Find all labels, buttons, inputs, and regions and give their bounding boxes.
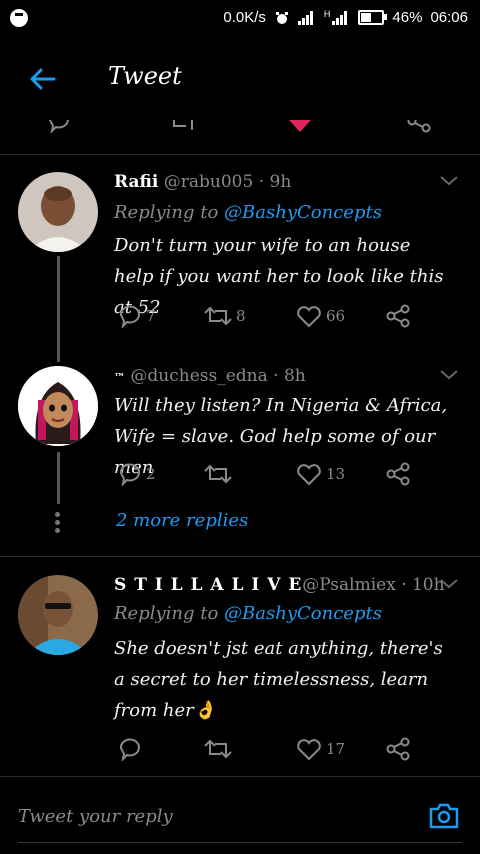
tweet-actions: 2 13 xyxy=(118,462,438,488)
main-tweet-actions xyxy=(0,120,480,155)
avatar[interactable] xyxy=(18,366,98,446)
input-underline xyxy=(18,842,462,843)
replying-to-label: Replying to xyxy=(114,603,225,624)
heart-icon xyxy=(297,739,321,761)
heart-icon xyxy=(297,306,321,328)
reply-count: 2 xyxy=(146,465,156,483)
status-bar: 0.0K/s H 46% 06:06 xyxy=(0,0,480,36)
reply-icon xyxy=(119,305,140,328)
signal-icon xyxy=(297,10,316,25)
alarm-icon xyxy=(275,11,288,24)
camera-icon[interactable] xyxy=(428,802,460,830)
heart-icon xyxy=(297,464,321,486)
reply-button[interactable] xyxy=(118,737,146,761)
more-replies-link[interactable]: 2 more replies xyxy=(116,510,248,531)
reply-count: 7 xyxy=(146,307,156,325)
tweet-actions: 7 8 66 xyxy=(118,304,438,330)
signal-icon-2 xyxy=(332,10,350,25)
app-notification-icon xyxy=(10,9,28,27)
retweet-button[interactable] xyxy=(204,462,236,486)
author-handle[interactable]: @duchess_edna xyxy=(130,366,267,386)
author-name[interactable]: S T I L L A L I V E xyxy=(114,575,302,595)
like-count: 13 xyxy=(326,465,346,483)
network-type: H xyxy=(323,8,331,19)
reply-icon xyxy=(119,463,140,486)
battery-icon xyxy=(358,10,388,25)
reply-button[interactable]: 7 xyxy=(118,304,156,328)
reply-tweet[interactable]: Rafii @rabu005 · 9h Replying to @BashyCo… xyxy=(0,154,480,364)
reply-icon xyxy=(119,738,140,761)
replying-to-label: Replying to xyxy=(114,202,225,223)
author-handle[interactable]: @Psalmiex xyxy=(302,575,395,595)
tweet-time: · 9h xyxy=(258,172,292,192)
share-icon xyxy=(386,304,410,328)
like-button[interactable]: 13 xyxy=(296,462,345,486)
retweet-count: 8 xyxy=(236,307,246,325)
author-name[interactable]: Rafii xyxy=(114,172,158,192)
replying-to: Replying to @BashyConcepts xyxy=(114,202,382,223)
page-title: Tweet xyxy=(108,62,182,90)
share-button[interactable] xyxy=(386,462,412,486)
avatar[interactable] xyxy=(18,575,98,655)
reply-tweet[interactable]: ™ @duchess_edna · 8h Will they listen? I… xyxy=(0,364,480,556)
like-count: 66 xyxy=(326,307,346,325)
author-handle[interactable]: @rabu005 xyxy=(164,172,254,192)
reply-input[interactable]: Tweet your reply xyxy=(18,806,173,827)
chevron-down-icon[interactable] xyxy=(440,176,458,186)
retweet-button[interactable]: 8 xyxy=(204,304,246,328)
reply-composer: Tweet your reply xyxy=(0,776,480,854)
share-icon[interactable] xyxy=(406,120,434,134)
network-speed: 0.0K/s xyxy=(223,9,266,26)
tweet-actions: 17 xyxy=(118,737,438,763)
reply-button[interactable]: 2 xyxy=(118,462,156,486)
battery-level: 46% xyxy=(392,9,423,26)
tweet-time: · 10h xyxy=(401,575,445,595)
like-button[interactable]: 66 xyxy=(296,304,345,328)
back-arrow-icon[interactable] xyxy=(28,64,58,94)
reply-icon[interactable] xyxy=(46,120,72,134)
retweet-button[interactable] xyxy=(204,737,236,761)
share-icon xyxy=(386,462,410,486)
app-header: Tweet xyxy=(0,36,480,120)
tweet-time: · 8h xyxy=(273,366,306,386)
author-name[interactable]: ™ xyxy=(114,371,125,384)
retweet-icon xyxy=(204,739,232,759)
like-count: 17 xyxy=(326,740,346,758)
chevron-down-icon[interactable] xyxy=(440,579,458,589)
replying-to-link[interactable]: @BashyConcepts xyxy=(224,603,382,624)
share-button[interactable] xyxy=(386,737,412,761)
share-icon xyxy=(386,737,410,761)
tweet-text: She doesn't jst eat anything, there's a … xyxy=(114,638,443,721)
retweet-icon xyxy=(204,464,232,484)
share-button[interactable] xyxy=(386,304,412,328)
retweet-icon xyxy=(204,306,232,326)
avatar[interactable] xyxy=(18,172,98,252)
replying-to-link[interactable]: @BashyConcepts xyxy=(224,202,382,223)
like-button[interactable]: 17 xyxy=(296,737,345,761)
clock: 06:06 xyxy=(430,9,468,26)
reply-tweet[interactable]: S T I L L A L I V E@Psalmiex · 10h Reply… xyxy=(0,557,480,775)
retweet-icon[interactable] xyxy=(168,120,198,134)
like-icon-filled[interactable] xyxy=(286,120,314,134)
replying-to: Replying to @BashyConcepts xyxy=(114,603,382,624)
chevron-down-icon[interactable] xyxy=(440,370,458,380)
